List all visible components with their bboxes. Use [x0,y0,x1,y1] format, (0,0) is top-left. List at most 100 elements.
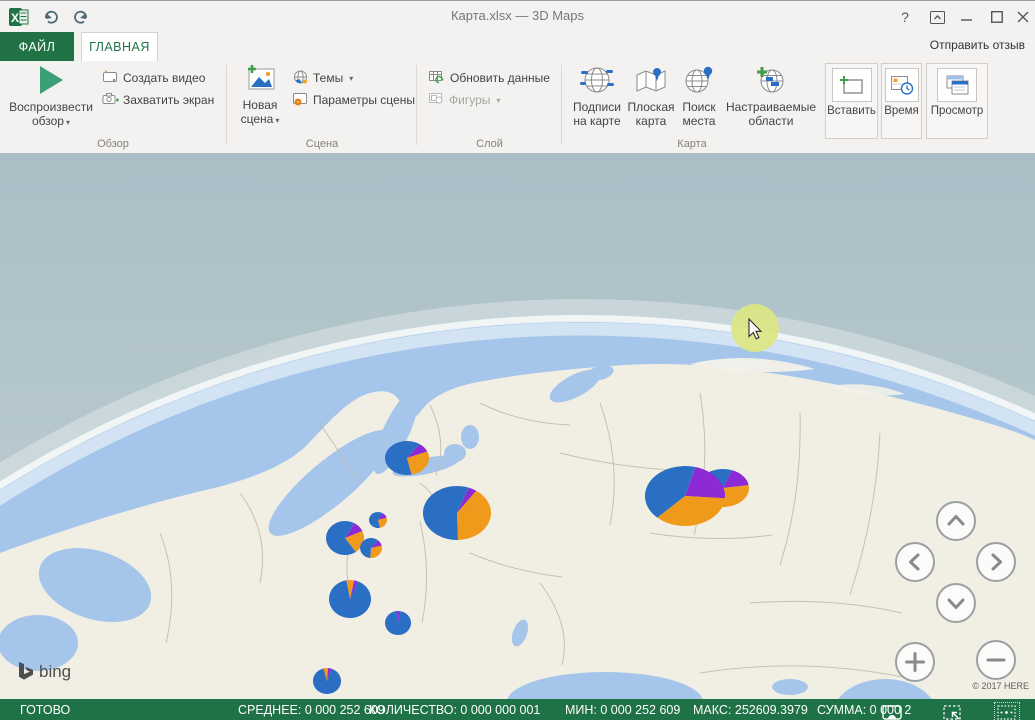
reset-view-button[interactable] [941,703,965,720]
themes-icon [292,69,309,88]
app-window: X Карта.xlsx — 3D Maps ? ФАЙЛ ГЛАВНАЯ От… [0,0,1035,720]
close-button[interactable] [1010,5,1035,29]
time-label: Время [884,105,919,117]
ribbon-group-map: Подписи на карте Плоская карта Поиск мес… [563,61,821,153]
ribbon-display-options-button[interactable] [924,5,950,29]
group-label-layer: Слой [418,138,561,150]
globe-scene [0,153,1035,699]
bing-label: bing [39,662,71,682]
send-feedback-link[interactable]: Отправить отзыв [930,38,1025,52]
pan-left-button[interactable] [895,542,935,582]
video-icon [102,69,119,87]
map-labels-label: Подписи на карте [568,101,626,129]
ribbon-group-scene: Новая сцена▾ Темы ▾ Параметры сцены Сцен… [228,61,416,153]
minimize-button[interactable] [954,5,980,29]
ribbon-group-tour: Воспроизвести обзор▾ Создать видео Захва… [0,61,226,153]
status-min: МИН: 0 000 252 609 [565,703,680,717]
map-attribution: © 2017 HERE [972,681,1029,691]
scene-options-button[interactable]: Параметры сцены [290,90,417,110]
pan-up-button[interactable] [936,501,976,541]
create-video-button[interactable]: Создать видео [100,68,207,88]
flat-map-label: Плоская карта [627,101,674,129]
camera-icon [102,91,119,109]
help-button[interactable]: ? [892,5,918,29]
play-icon [36,65,66,98]
redo-button[interactable] [68,5,94,29]
find-location-icon [682,65,716,98]
flat-map-button[interactable]: Плоская карта [628,63,674,139]
tour-editor-toggle-button[interactable] [880,703,904,720]
themes-button[interactable]: Темы ▾ [290,68,355,88]
bing-logo: bing [18,661,71,683]
plus-icon [907,654,924,671]
maximize-button[interactable] [984,5,1010,29]
group-label-scene: Сцена [228,138,416,150]
tab-file[interactable]: ФАЙЛ [0,32,74,61]
refresh-data-button[interactable]: Обновить данные [426,68,552,88]
insert-textbox-icon [832,68,872,102]
ribbon-tab-row: ФАЙЛ ГЛАВНАЯ Отправить отзыв [0,31,1035,61]
undo-button[interactable] [38,5,64,29]
preview-label: Просмотр [931,105,984,117]
titlebar: X Карта.xlsx — 3D Maps ? [0,1,1035,31]
capture-screen-button[interactable]: Захватить экран [100,90,216,110]
preview-panes-icon [937,68,977,102]
status-ready: ГОТОВО [20,703,70,717]
find-location-button[interactable]: Поиск места [676,63,722,139]
play-tour-label: Воспроизвести обзор [9,100,93,128]
insert-button[interactable]: Вставить [825,63,878,139]
shapes-icon [428,91,445,109]
group-label-tour: Обзор [0,138,226,150]
new-scene-label: Новая сцена [241,98,278,126]
scene-options-label: Параметры сцены [313,93,415,107]
status-max: МАКС: 252609.3979 [693,703,808,717]
globe-map-viewport[interactable]: bing © 2017 HERE [0,153,1035,699]
zoom-in-button[interactable] [895,642,935,682]
create-video-label: Создать видео [123,71,205,85]
custom-regions-icon [754,65,788,98]
dropdown-arrow-icon: ▾ [496,96,500,105]
tab-home[interactable]: ГЛАВНАЯ [81,32,158,61]
refresh-data-label: Обновить данные [450,71,550,85]
ribbon-separator [416,65,417,145]
fullscreen-button[interactable] [995,703,1019,720]
ribbon-group-layer: Обновить данные Фигуры ▾ Слой [418,61,561,153]
dropdown-arrow-icon: ▾ [275,116,279,125]
time-icon [885,68,919,102]
ribbon-separator [226,65,227,145]
chevron-right-icon [993,555,1001,569]
map-labels-button[interactable]: Подписи на карте [568,63,626,139]
zoom-out-button[interactable] [976,640,1016,680]
dropdown-arrow-icon: ▾ [66,118,70,127]
status-average: СРЕДНЕЕ: 0 000 252 609 [238,703,385,717]
play-tour-button[interactable]: Воспроизвести обзор▾ [4,63,98,139]
window-title: Карта.xlsx — 3D Maps [0,8,1035,23]
dropdown-arrow-icon: ▾ [349,74,353,83]
ribbon: Воспроизвести обзор▾ Создать видео Захва… [0,61,1035,153]
excel-app-icon[interactable]: X [8,6,30,28]
custom-regions-button[interactable]: Настраиваемые области [724,63,818,139]
svg-text:X: X [11,11,19,25]
pan-down-button[interactable] [936,583,976,623]
chevron-left-icon [911,555,919,569]
ribbon-separator [561,65,562,145]
preview-button[interactable]: Просмотр [926,63,988,139]
map-labels-globe-icon [580,65,614,98]
chevron-down-icon [949,600,963,608]
themes-label: Темы [313,71,343,85]
gear-icon [292,91,309,110]
find-location-label: Поиск места [676,101,722,129]
insert-label: Вставить [827,105,876,117]
time-button[interactable]: Время [881,63,922,139]
bing-b-icon [18,661,34,683]
new-scene-icon [244,65,276,96]
pan-right-button[interactable] [976,542,1016,582]
new-scene-button[interactable]: Новая сцена▾ [232,63,288,139]
flat-map-icon [634,65,668,98]
shapes-label: Фигуры [449,93,490,107]
refresh-data-icon [428,69,446,88]
custom-regions-label: Настраиваемые области [724,101,818,129]
shapes-button[interactable]: Фигуры ▾ [426,90,502,110]
chevron-up-icon [949,517,963,525]
capture-screen-label: Захватить экран [123,93,214,107]
